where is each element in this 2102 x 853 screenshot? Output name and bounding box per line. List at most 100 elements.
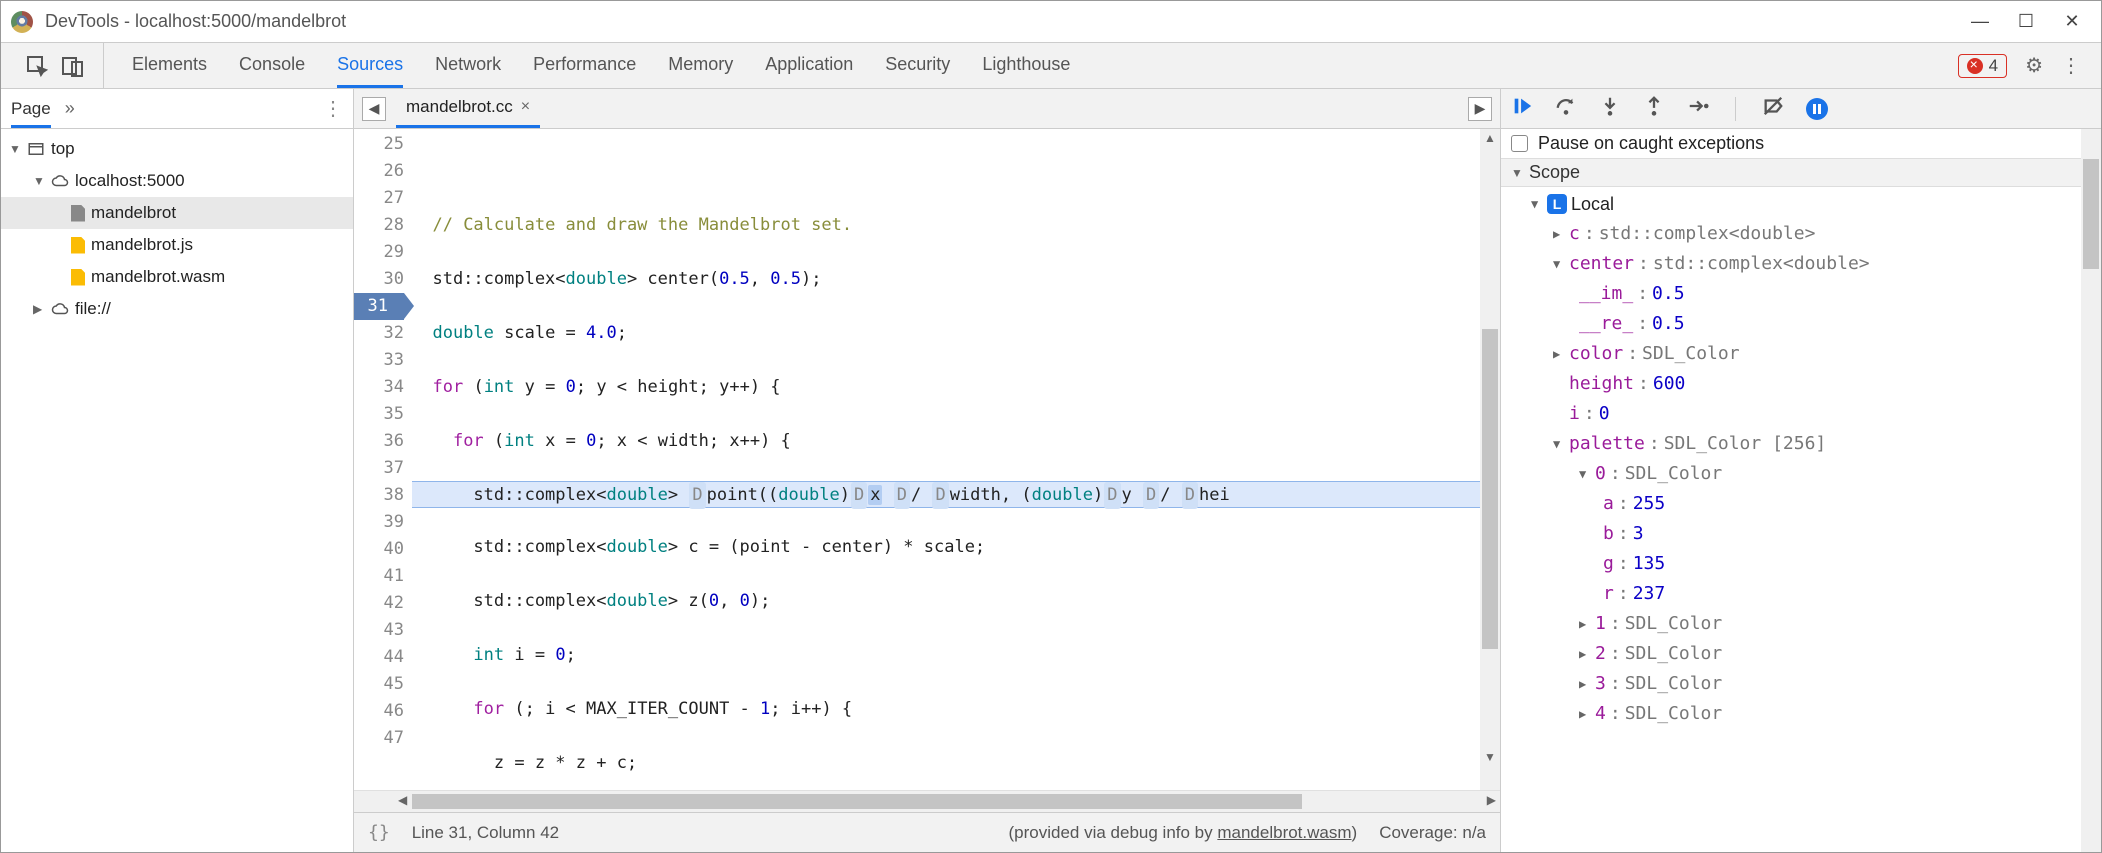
- scope-var-c[interactable]: ▶c: std::complex<double>: [1501, 219, 2101, 249]
- scope-var-i[interactable]: i: 0: [1501, 399, 2101, 429]
- expand-icon: ▼: [1511, 166, 1523, 180]
- inspect-element-icon[interactable]: [25, 54, 49, 78]
- tab-sources[interactable]: Sources: [337, 43, 403, 88]
- step-button[interactable]: [1687, 95, 1709, 122]
- step-out-button[interactable]: [1643, 95, 1665, 122]
- scope-palette-0-a[interactable]: a: 255: [1501, 489, 2101, 519]
- tree-file-mandelbrot[interactable]: mandelbrot: [1, 197, 353, 229]
- navigator-more-tabs-icon[interactable]: »: [65, 98, 75, 119]
- script-icon: [71, 269, 85, 286]
- scope-palette-0[interactable]: ▼0: SDL_Color: [1501, 459, 2101, 489]
- debugger-body: Pause on caught exceptions ▼ Scope ▲ ▼ L…: [1501, 129, 2101, 852]
- pretty-print-icon[interactable]: {}: [368, 822, 390, 843]
- navigator-sidebar: Page » ⋮ ▼ top ▼ localhost:5000 mandelbr…: [1, 89, 354, 852]
- scope-palette-0-g[interactable]: g: 135: [1501, 549, 2101, 579]
- panel-tabs: Elements Console Sources Network Perform…: [104, 43, 1098, 88]
- file-tab-label: mandelbrot.cc: [406, 97, 513, 117]
- local-badge-icon: L: [1547, 194, 1567, 214]
- nav-back-icon[interactable]: ◀: [362, 97, 386, 121]
- scroll-thumb[interactable]: [412, 794, 1302, 809]
- tree-file-mandelbrot-wasm[interactable]: mandelbrot.wasm: [1, 261, 353, 293]
- pause-on-caught-checkbox[interactable]: [1511, 135, 1528, 152]
- debugger-toolbar: [1501, 89, 2101, 129]
- tab-console[interactable]: Console: [239, 43, 305, 88]
- scroll-thumb[interactable]: [2083, 159, 2099, 269]
- scroll-up-icon[interactable]: ▲: [1480, 131, 1500, 145]
- more-menu-icon[interactable]: ⋮: [2061, 53, 2081, 78]
- close-tab-icon[interactable]: ×: [521, 98, 530, 116]
- nav-forward-icon[interactable]: ▶: [1468, 97, 1492, 121]
- tree-label: localhost:5000: [75, 171, 185, 191]
- window-close-button[interactable]: ✕: [2049, 1, 2095, 43]
- tree-node-host[interactable]: ▼ localhost:5000: [1, 165, 353, 197]
- scope-palette-2[interactable]: ▶2: SDL_Color: [1501, 639, 2101, 669]
- tab-network[interactable]: Network: [435, 43, 501, 88]
- pause-on-caught-row[interactable]: Pause on caught exceptions: [1501, 129, 2101, 158]
- settings-gear-icon[interactable]: ⚙: [2025, 53, 2043, 78]
- scope-header[interactable]: ▼ Scope ▲: [1501, 158, 2101, 187]
- tree-node-file-scheme[interactable]: ▶ file://: [1, 293, 353, 325]
- error-count: 4: [1989, 56, 1998, 76]
- code-editor[interactable]: 25 26 27 28 29 30 31 32 33 34 35 36 37 3…: [354, 129, 1500, 790]
- expand-icon: ▶: [33, 302, 45, 316]
- scope-center-re[interactable]: __re_: 0.5: [1501, 309, 2101, 339]
- scope-var-height[interactable]: height: 600: [1501, 369, 2101, 399]
- tree-node-top[interactable]: ▼ top: [1, 133, 353, 165]
- step-over-button[interactable]: [1555, 95, 1577, 122]
- devtools-logo-icon: [11, 11, 33, 33]
- tab-memory[interactable]: Memory: [668, 43, 733, 88]
- scope-local[interactable]: ▼ L Local: [1501, 189, 2101, 219]
- cursor-position: Line 31, Column 42: [412, 823, 559, 843]
- tree-file-mandelbrot-js[interactable]: mandelbrot.js: [1, 229, 353, 261]
- editor-horizontal-scrollbar[interactable]: ◀ ▶: [354, 790, 1500, 812]
- code-content[interactable]: // Calculate and draw the Mandelbrot set…: [412, 129, 1500, 790]
- titlebar: DevTools - localhost:5000/mandelbrot — ☐…: [1, 1, 2101, 43]
- scope-palette-4[interactable]: ▶4: SDL_Color: [1501, 699, 2101, 729]
- expand-icon: ▼: [33, 174, 45, 188]
- current-line-marker: 31: [354, 293, 404, 320]
- scope-palette-0-b[interactable]: b: 3: [1501, 519, 2101, 549]
- line-gutter: 25 26 27 28 29 30 31 32 33 34 35 36 37 3…: [354, 129, 412, 790]
- scope-var-color[interactable]: ▶color: SDL_Color: [1501, 339, 2101, 369]
- scroll-down-icon[interactable]: ▼: [1480, 750, 1500, 764]
- tree-label: mandelbrot.js: [91, 235, 193, 255]
- main-tabbar: Elements Console Sources Network Perform…: [1, 43, 2101, 89]
- step-into-button[interactable]: [1599, 95, 1621, 122]
- tab-security[interactable]: Security: [885, 43, 950, 88]
- source-map-link[interactable]: mandelbrot.wasm: [1217, 823, 1351, 842]
- cloud-icon: [51, 172, 69, 190]
- window-maximize-button[interactable]: ☐: [2003, 1, 2049, 43]
- deactivate-breakpoints-button[interactable]: [1762, 95, 1784, 122]
- scope-palette-1[interactable]: ▶1: SDL_Color: [1501, 609, 2101, 639]
- resume-button[interactable]: [1511, 95, 1533, 122]
- error-icon: [1967, 58, 1983, 74]
- window-minimize-button[interactable]: —: [1957, 1, 2003, 43]
- frame-icon: [27, 140, 45, 158]
- scroll-thumb[interactable]: [1482, 329, 1498, 649]
- scroll-left-icon[interactable]: ◀: [398, 793, 407, 807]
- editor-tabbar: ◀ mandelbrot.cc × ▶: [354, 89, 1500, 129]
- script-icon: [71, 237, 85, 254]
- scope-var-center[interactable]: ▼center: std::complex<double>: [1501, 249, 2101, 279]
- editor-vertical-scrollbar[interactable]: ▲ ▼: [1480, 129, 1500, 790]
- editor-column: ◀ mandelbrot.cc × ▶ 25 26 27 28 29 30 31…: [354, 89, 1501, 852]
- scope-palette-0-r[interactable]: r: 237: [1501, 579, 2101, 609]
- tab-lighthouse[interactable]: Lighthouse: [982, 43, 1070, 88]
- file-tab-mandelbrot-cc[interactable]: mandelbrot.cc ×: [396, 89, 540, 128]
- scope-center-im[interactable]: __im_: 0.5: [1501, 279, 2101, 309]
- debugger-panel: Pause on caught exceptions ▼ Scope ▲ ▼ L…: [1501, 89, 2101, 852]
- document-icon: [71, 205, 85, 222]
- tab-performance[interactable]: Performance: [533, 43, 636, 88]
- scroll-right-icon[interactable]: ▶: [1487, 793, 1496, 807]
- pause-on-exceptions-button[interactable]: [1806, 98, 1828, 120]
- navigator-overflow-icon[interactable]: ⋮: [323, 96, 343, 121]
- tree-label: file://: [75, 299, 111, 319]
- device-toolbar-icon[interactable]: [61, 54, 85, 78]
- tab-application[interactable]: Application: [765, 43, 853, 88]
- error-count-badge[interactable]: 4: [1958, 54, 2007, 78]
- tab-elements[interactable]: Elements: [132, 43, 207, 88]
- debugger-vertical-scrollbar[interactable]: [2081, 129, 2101, 852]
- navigator-tab-page[interactable]: Page: [11, 99, 51, 128]
- scope-var-palette[interactable]: ▼palette: SDL_Color [256]: [1501, 429, 2101, 459]
- scope-palette-3[interactable]: ▶3: SDL_Color: [1501, 669, 2101, 699]
